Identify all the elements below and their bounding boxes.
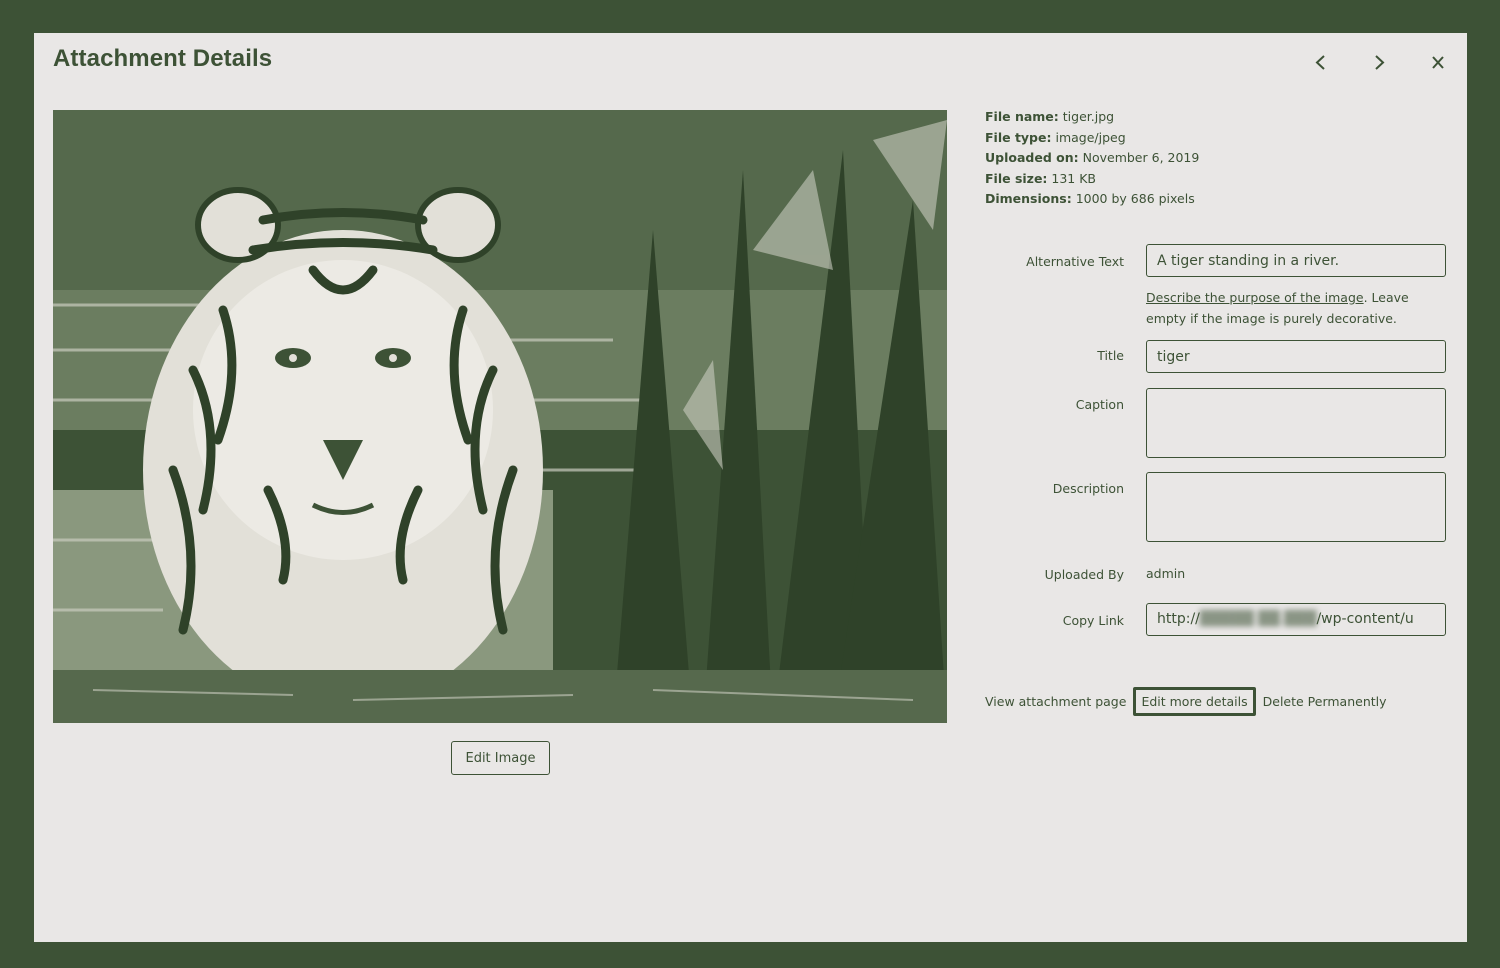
- close-icon: [1432, 56, 1444, 69]
- edit-image-button[interactable]: Edit Image: [451, 741, 550, 775]
- attachment-actions: View attachment page Edit more details D…: [985, 687, 1387, 716]
- uploaded-by-value: admin: [1146, 566, 1186, 581]
- delete-permanently-link[interactable]: Delete Permanently: [1263, 694, 1387, 709]
- tiger-photo: [53, 110, 947, 723]
- alt-text-input[interactable]: [1146, 244, 1446, 277]
- caption-textarea[interactable]: [1146, 388, 1446, 458]
- file-info-row: File size: 131 KB: [985, 170, 1097, 186]
- alt-text-help: Describe the purpose of the image. Leave…: [1146, 290, 1409, 326]
- describe-purpose-link[interactable]: Describe the purpose of the image: [1146, 290, 1364, 305]
- next-attachment-button[interactable]: [1363, 47, 1395, 79]
- copy-link-input[interactable]: http://█████ ██.███/wp-content/u: [1146, 603, 1446, 636]
- view-attachment-page-link[interactable]: View attachment page: [985, 694, 1126, 709]
- alt-text-label: Alternative Text: [1026, 254, 1124, 269]
- attachment-details-modal: Attachment Details Edit Image File name:…: [34, 33, 1467, 942]
- chevron-right-icon: [1375, 55, 1385, 70]
- edit-more-details-link[interactable]: Edit more details: [1133, 687, 1256, 716]
- description-label: Description: [1052, 481, 1124, 496]
- close-modal-button[interactable]: [1422, 47, 1454, 79]
- file-info-row: File type: image/jpeg: [985, 129, 1126, 145]
- copy-link-label: Copy Link: [1062, 613, 1124, 628]
- caption-label: Caption: [1075, 397, 1124, 412]
- attachment-image: [53, 110, 947, 723]
- file-info-row: Dimensions: 1000 by 686 pixels: [985, 191, 1195, 206]
- chevron-left-icon: [1315, 55, 1325, 70]
- file-info: File name: tiger.jpg File type: image/jp…: [985, 107, 1199, 210]
- redacted-domain: █████ ██.███: [1199, 611, 1317, 627]
- title-label: Title: [1097, 348, 1124, 363]
- previous-attachment-button[interactable]: [1305, 47, 1337, 79]
- title-input[interactable]: [1146, 340, 1446, 373]
- description-textarea[interactable]: [1146, 472, 1446, 542]
- file-info-row: File name: tiger.jpg: [985, 109, 1115, 124]
- modal-title: Attachment Details: [53, 45, 273, 72]
- file-info-row: Uploaded on: November 6, 2019: [985, 150, 1200, 165]
- uploaded-by-label: Uploaded By: [1044, 567, 1124, 582]
